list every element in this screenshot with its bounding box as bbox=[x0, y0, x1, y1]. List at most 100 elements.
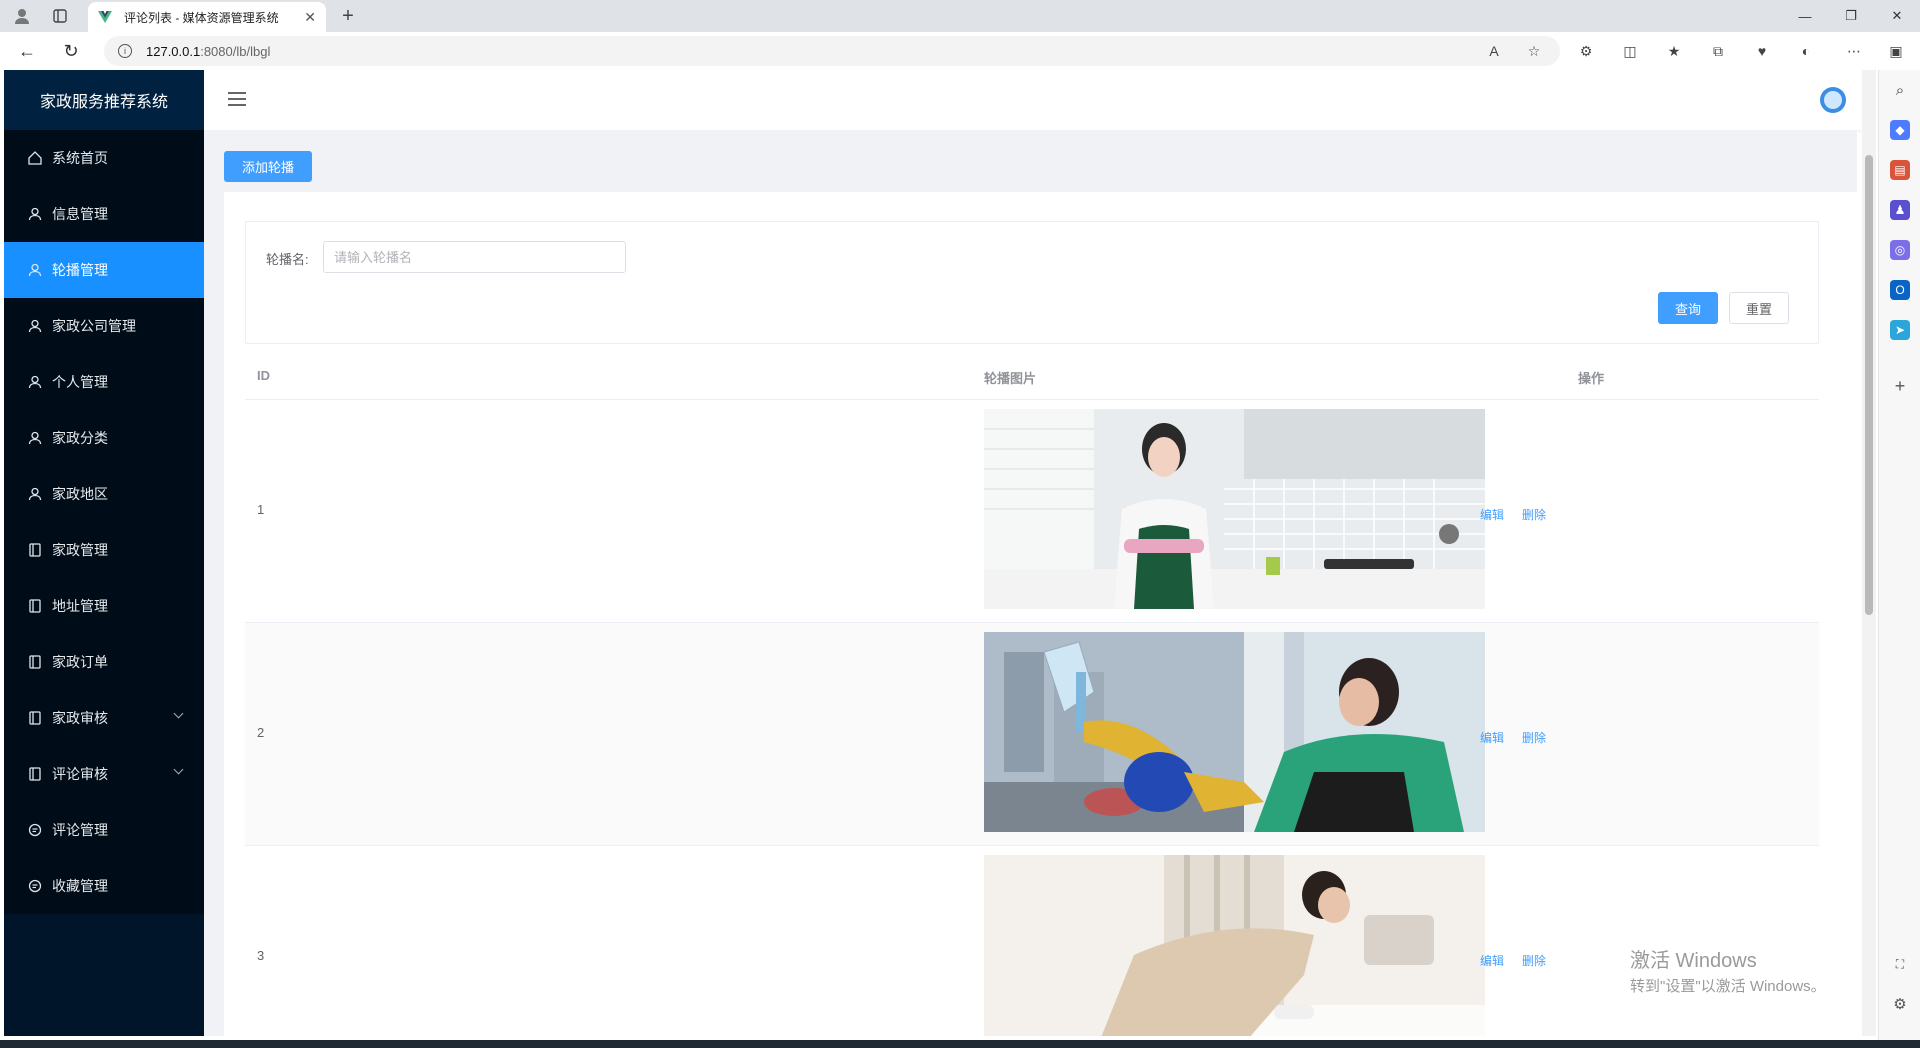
tab-close-icon[interactable]: ✕ bbox=[304, 9, 316, 26]
sidebar-item[interactable]: 家政管理 bbox=[4, 522, 204, 578]
cell-id: 2 bbox=[257, 725, 265, 740]
browser-tab[interactable]: 评论列表 - 媒体资源管理系统 ✕ bbox=[88, 2, 326, 32]
sidebar-menu: 系统首页信息管理轮播管理家政公司管理 个人管理家政分类家政地区家政管理 地址管理家政… bbox=[4, 130, 204, 914]
sidebar-item-label: 系统首页 bbox=[52, 150, 108, 166]
sidebar-item[interactable]: 家政订单 bbox=[4, 634, 204, 690]
document-icon bbox=[28, 655, 42, 669]
sidebar-item[interactable]: 系统首页 bbox=[4, 130, 204, 186]
profile-icon[interactable] bbox=[12, 6, 32, 26]
page-scrollbar[interactable] bbox=[1862, 70, 1876, 1036]
edit-link[interactable]: 编辑 bbox=[1480, 508, 1504, 522]
sidebar-item[interactable]: 家政公司管理 bbox=[4, 298, 204, 354]
row-actions: 编辑 删除 bbox=[1480, 952, 1564, 969]
reset-button[interactable]: 重置 bbox=[1729, 292, 1789, 324]
query-button[interactable]: 查询 bbox=[1658, 292, 1718, 324]
document-icon bbox=[28, 767, 42, 781]
more-menu-icon[interactable]: ⋯ bbox=[1844, 41, 1864, 61]
sidebar-item[interactable]: 轮播管理 bbox=[4, 242, 204, 298]
favorites-icon[interactable]: ★ bbox=[1664, 41, 1684, 61]
table-row: 3 编辑 删除 bbox=[245, 846, 1819, 1036]
sidebar-item[interactable]: 个人管理 bbox=[4, 354, 204, 410]
sidebar-item-label: 家政订单 bbox=[52, 654, 108, 670]
sidebar-item-label: 家政分类 bbox=[52, 430, 108, 446]
watermark-line-1: 激活 Windows bbox=[1630, 950, 1757, 972]
minimize-icon[interactable]: — bbox=[1782, 0, 1828, 32]
browser-essentials-icon[interactable]: ♥ bbox=[1752, 41, 1772, 61]
tools-icon[interactable]: ▤ bbox=[1890, 160, 1910, 180]
delete-link[interactable]: 删除 bbox=[1522, 508, 1546, 522]
scrollbar-thumb[interactable] bbox=[1865, 155, 1873, 615]
sidebar-item[interactable]: 家政审核 bbox=[4, 690, 204, 746]
edit-link[interactable]: 编辑 bbox=[1480, 731, 1504, 745]
sidebar-item-label: 信息管理 bbox=[52, 206, 108, 222]
user-icon bbox=[28, 487, 42, 501]
window-close-icon[interactable]: ✕ bbox=[1874, 0, 1920, 32]
shopping-tag-icon[interactable]: ◆ bbox=[1890, 120, 1910, 140]
carousel-name-input[interactable] bbox=[323, 241, 626, 273]
microsoft-365-icon[interactable]: ◎ bbox=[1890, 240, 1910, 260]
url-field[interactable]: i 127.0.0.1:8080/lb/lbgl bbox=[104, 36, 1560, 66]
favorite-star-icon[interactable]: ☆ bbox=[1524, 41, 1544, 61]
carousel-image[interactable] bbox=[984, 409, 1485, 609]
edit-link[interactable]: 编辑 bbox=[1480, 954, 1504, 968]
windows-activation-watermark: 激活 Windows 转到"设置"以激活 Windows。 bbox=[1630, 944, 1826, 996]
carousel-image[interactable] bbox=[984, 855, 1485, 1036]
table-row: 2 编辑 删除 bbox=[245, 623, 1819, 846]
search-label: 轮播名: bbox=[266, 252, 309, 267]
taskbar bbox=[0, 1040, 1920, 1048]
sidebar-item[interactable]: 地址管理 bbox=[4, 578, 204, 634]
row-actions: 编辑 删除 bbox=[1480, 506, 1564, 523]
sidebar-item-label: 评论管理 bbox=[52, 822, 108, 838]
add-rail-icon[interactable]: + bbox=[1890, 376, 1910, 396]
refresh-icon[interactable]: ↻ bbox=[60, 40, 82, 62]
tab-actions-icon[interactable] bbox=[50, 6, 70, 26]
copilot-icon[interactable]: ◐ bbox=[1796, 41, 1816, 61]
sidebar-item-label: 家政地区 bbox=[52, 486, 108, 502]
table-header: ID 轮播图片 操作 bbox=[245, 352, 1819, 400]
col-header-image: 轮播图片 bbox=[984, 371, 1037, 386]
col-header-id: ID bbox=[257, 368, 270, 383]
sidebar-item[interactable]: 信息管理 bbox=[4, 186, 204, 242]
chevron-down-icon bbox=[173, 708, 184, 719]
collections-icon[interactable]: ⧉ bbox=[1708, 41, 1728, 61]
app-root: 家政服务推荐系统 系统首页 信息管理 轮播管理 家政公司管理 个人管理 家政分类 家政地区家… bbox=[4, 70, 1876, 1036]
document-icon bbox=[28, 599, 42, 613]
list-card: 轮播名: 查询 重置 ID 轮播图片 操作 1 bbox=[224, 192, 1858, 1036]
search-icon[interactable]: ⌕ bbox=[1890, 80, 1910, 100]
extensions-icon[interactable]: ⚙ bbox=[1576, 41, 1596, 61]
delete-link[interactable]: 删除 bbox=[1522, 954, 1546, 968]
outlook-icon[interactable]: O bbox=[1890, 280, 1910, 300]
sidebar-item[interactable]: 家政分类 bbox=[4, 410, 204, 466]
carousel-image[interactable] bbox=[984, 632, 1485, 832]
sidebar-item[interactable]: 收藏管理 bbox=[4, 858, 204, 914]
site-info-icon[interactable]: i bbox=[118, 44, 132, 58]
hamburger-menu-icon[interactable] bbox=[228, 92, 246, 106]
url-host: 127.0.0.1 bbox=[146, 43, 201, 59]
edge-side-rail: ⌕ ◆ ▤ ♟ ◎ O ➤ + ⛶ ⚙ bbox=[1878, 70, 1920, 1040]
sidebar-item-label: 家政审核 bbox=[52, 710, 108, 726]
sidebar-toggle-icon[interactable]: ▣ bbox=[1886, 41, 1906, 61]
sidebar-item-label: 个人管理 bbox=[52, 374, 108, 390]
sidebar-item[interactable]: 评论管理 bbox=[4, 802, 204, 858]
screenshot-icon[interactable]: ⛶ bbox=[1890, 954, 1910, 974]
add-carousel-button[interactable]: 添加轮播 bbox=[224, 151, 312, 182]
cell-id: 1 bbox=[257, 502, 265, 517]
sidebar-item-label: 家政公司管理 bbox=[52, 318, 136, 334]
user-icon bbox=[28, 207, 42, 221]
split-screen-icon[interactable]: ◫ bbox=[1620, 41, 1640, 61]
new-tab-icon[interactable]: + bbox=[338, 5, 358, 27]
read-aloud-icon[interactable]: A bbox=[1484, 41, 1504, 61]
restore-icon[interactable]: ❐ bbox=[1828, 0, 1874, 32]
games-icon[interactable]: ♟ bbox=[1890, 200, 1910, 220]
back-icon[interactable]: ← bbox=[16, 40, 38, 62]
settings-gear-icon[interactable]: ⚙ bbox=[1890, 994, 1910, 1014]
main-content: 添加轮播 轮播名: 查询 重置 ID 轮播图片 操作 1 bbox=[204, 130, 1858, 1036]
browser-titlebar: 评论列表 - 媒体资源管理系统 ✕ + — ❐ ✕ bbox=[0, 0, 1920, 32]
sidebar-item[interactable]: 评论审核 bbox=[4, 746, 204, 802]
avatar[interactable] bbox=[1820, 87, 1846, 113]
user-icon bbox=[28, 375, 42, 389]
delete-link[interactable]: 删除 bbox=[1522, 731, 1546, 745]
home-icon bbox=[28, 151, 42, 165]
sidebar-item[interactable]: 家政地区 bbox=[4, 466, 204, 522]
send-icon[interactable]: ➤ bbox=[1890, 320, 1910, 340]
